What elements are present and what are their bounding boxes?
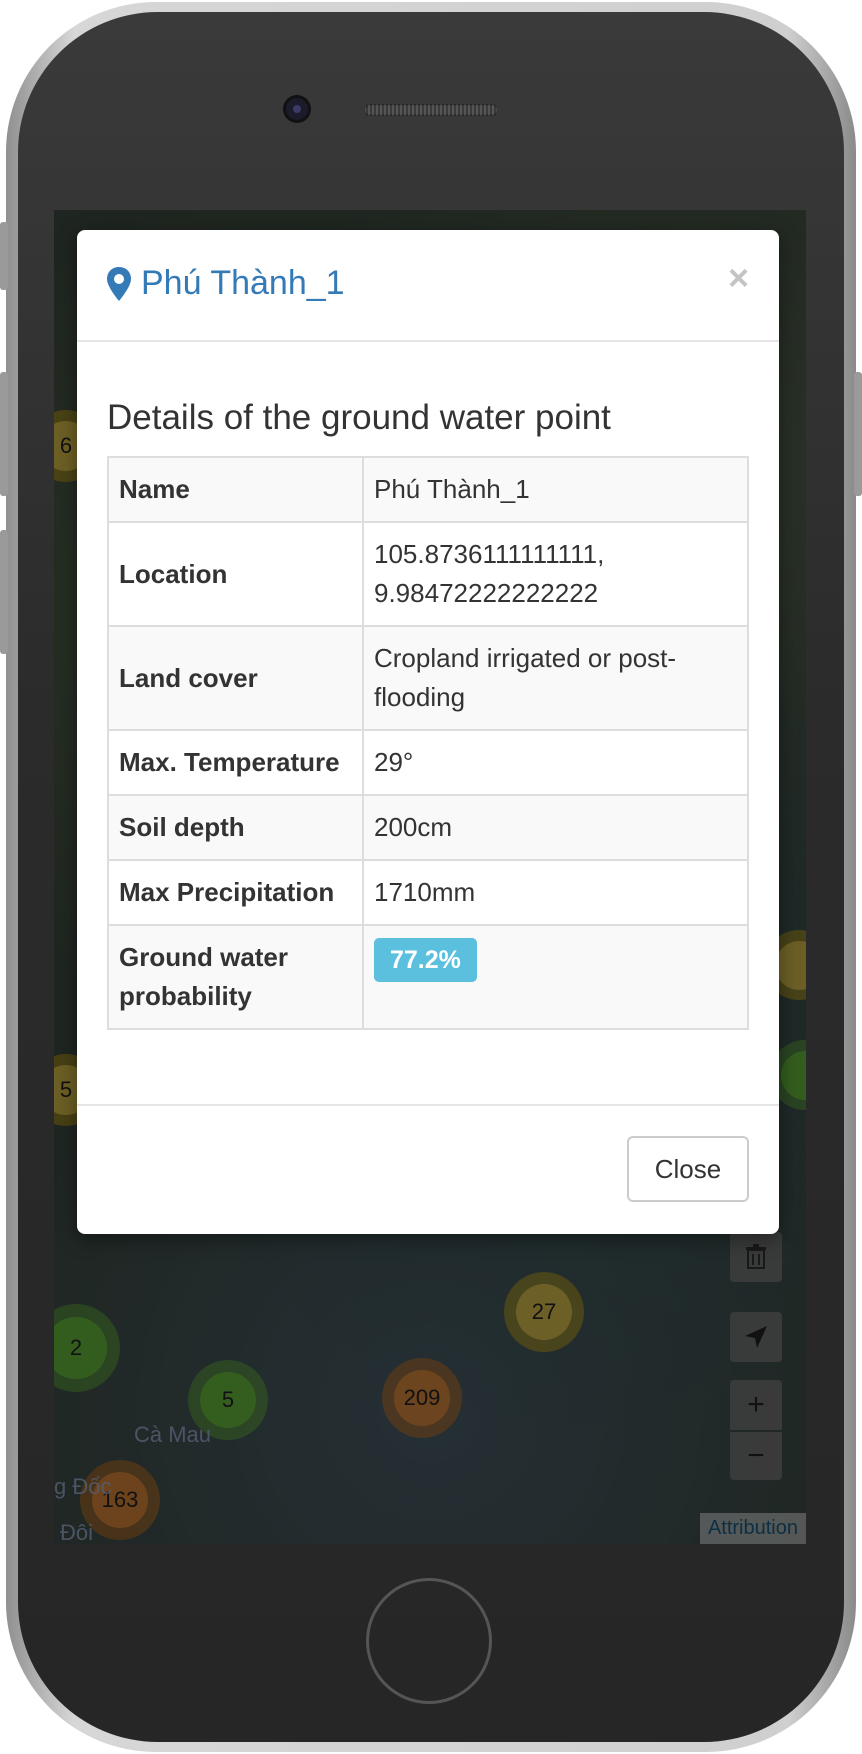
modal-title-text: Phú Thành_1 xyxy=(141,264,345,302)
close-button[interactable]: Close xyxy=(627,1136,749,1202)
table-row: Ground water probability 77.2% xyxy=(107,924,749,1030)
table-row: Soil depth 200cm xyxy=(107,794,749,861)
row-value: 200cm xyxy=(362,794,749,861)
mute-switch xyxy=(0,222,8,290)
modal-header: Phú Thành_1 × xyxy=(77,230,779,342)
earpiece-speaker xyxy=(364,104,498,116)
row-label: Land cover xyxy=(107,625,364,731)
row-value: Phú Thành_1 xyxy=(362,456,749,523)
map-marker-icon xyxy=(107,266,131,301)
row-value: 1710mm xyxy=(362,859,749,926)
row-value: 105.8736111111111, 9.98472222222222 xyxy=(362,521,749,627)
power-button xyxy=(854,372,862,496)
front-camera xyxy=(286,98,308,120)
modal-footer: Close xyxy=(77,1104,779,1234)
details-modal: Phú Thành_1 × Details of the ground wate… xyxy=(77,230,779,1234)
row-value: Cropland irrigated or post-flooding xyxy=(362,625,749,731)
table-row: Land cover Cropland irrigated or post-flo… xyxy=(107,625,749,731)
row-label: Max Precipitation xyxy=(107,859,364,926)
modal-body: Details of the ground water point Name Ph… xyxy=(107,360,749,1030)
volume-down-button xyxy=(0,530,8,654)
row-label: Name xyxy=(107,456,364,523)
row-value: 29° xyxy=(362,729,749,796)
details-table: Name Phú Thành_1 Location 105.873611111111… xyxy=(107,456,749,1030)
row-label: Location xyxy=(107,521,364,627)
close-icon[interactable]: × xyxy=(728,260,749,296)
volume-up-button xyxy=(0,372,8,496)
details-heading: Details of the ground water point xyxy=(107,398,611,437)
table-row: Name Phú Thành_1 xyxy=(107,456,749,523)
probability-badge: 77.2% xyxy=(374,938,477,982)
row-label: Ground water probability xyxy=(107,924,364,1030)
row-value: 77.2% xyxy=(362,924,749,1030)
table-row: Location 105.8736111111111, 9.98472222222… xyxy=(107,521,749,627)
row-label: Soil depth xyxy=(107,794,364,861)
row-label: Max. Temperature xyxy=(107,729,364,796)
home-button[interactable] xyxy=(366,1578,492,1704)
table-row: Max. Temperature 29° xyxy=(107,729,749,796)
table-row: Max Precipitation 1710mm xyxy=(107,859,749,926)
modal-title: Phú Thành_1 xyxy=(107,264,345,303)
